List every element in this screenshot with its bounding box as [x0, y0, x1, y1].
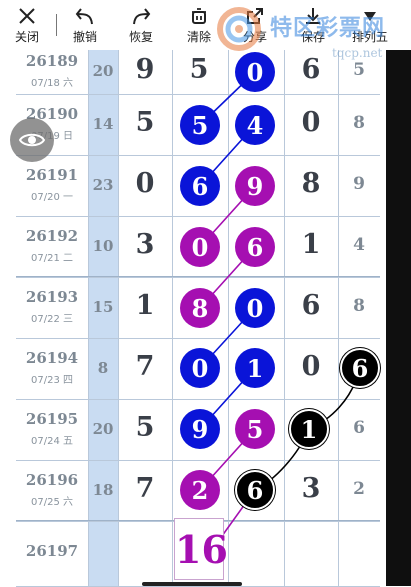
digit-cell: 3: [135, 228, 155, 260]
undo-icon: [60, 6, 110, 26]
guess-value[interactable]: 16: [174, 518, 228, 580]
digit-cell: 8: [301, 167, 321, 199]
purple-number-ball[interactable]: 8: [180, 288, 220, 328]
last-digit-cell: 8: [353, 112, 365, 133]
last-digit-cell: 9: [353, 173, 365, 194]
blue-number-ball[interactable]: 0: [180, 348, 220, 388]
black-number-ball[interactable]: 6: [340, 348, 380, 388]
site-watermark: 特区彩票网 tqcp.net: [208, 4, 408, 60]
undo-button[interactable]: 撤销: [60, 0, 110, 50]
digit-cell: 5: [135, 411, 155, 443]
blue-number-ball[interactable]: 9: [180, 409, 220, 449]
toggle-visibility-button[interactable]: [10, 118, 54, 162]
digit-cell: 6: [301, 289, 321, 321]
period-number: 26189: [25, 52, 79, 70]
period-number: 26191: [25, 165, 79, 184]
purple-number-ball[interactable]: 5: [235, 409, 275, 449]
last-digit-cell: 4: [353, 234, 365, 255]
digit-cell: 0: [301, 350, 321, 382]
redo-label: 恢复: [128, 30, 153, 44]
digit-cell: 0: [135, 167, 155, 199]
sum-value: 18: [92, 480, 114, 499]
black-number-ball[interactable]: 6: [235, 470, 275, 510]
home-indicator: [142, 582, 242, 586]
purple-number-ball[interactable]: 9: [235, 166, 275, 206]
period-date: 07/24 五: [31, 435, 73, 447]
sum-value: 23: [92, 175, 114, 194]
digit-cell: 1: [135, 289, 155, 321]
period-number: 26196: [25, 470, 79, 489]
blue-number-ball[interactable]: 6: [180, 166, 220, 206]
blue-number-ball[interactable]: 0: [235, 288, 275, 328]
period-date: 07/23 四: [31, 374, 73, 386]
blue-number-ball[interactable]: 1: [235, 348, 275, 388]
period-number: 26195: [25, 409, 79, 428]
digit-cell: 7: [135, 472, 155, 504]
redo-button[interactable]: 恢复: [116, 0, 166, 50]
close-icon: [2, 6, 52, 26]
redo-icon: [116, 6, 166, 26]
last-digit-cell: 6: [353, 417, 365, 438]
last-digit-cell: 5: [353, 60, 365, 80]
close-button[interactable]: 关闭: [2, 0, 52, 50]
blue-number-ball[interactable]: 4: [235, 105, 275, 145]
period-date: 07/20 一: [31, 191, 73, 203]
digit-cell: 5: [135, 106, 155, 138]
next-period-number: 26197: [25, 541, 79, 560]
purple-number-ball[interactable]: 2: [180, 470, 220, 510]
purple-number-ball[interactable]: 0: [180, 227, 220, 267]
digit-cell: 3: [301, 472, 321, 504]
purple-number-ball[interactable]: 6: [235, 227, 275, 267]
period-date: 07/22 三: [31, 313, 73, 325]
period-date: 07/18 六: [31, 78, 73, 89]
period-number: 26192: [25, 226, 79, 245]
sum-value: 14: [92, 114, 114, 133]
right-edge-panel: [386, 50, 411, 586]
period-number: 26194: [25, 348, 79, 367]
watermark-text: 特区彩票网: [270, 16, 386, 41]
watermark-url: tqcp.net: [332, 46, 383, 60]
period-number: 26193: [25, 287, 79, 306]
close-label: 关闭: [14, 30, 39, 44]
digit-cell: 1: [301, 228, 321, 260]
sum-value: 20: [92, 419, 114, 438]
eye-icon: [19, 133, 45, 147]
sum-value: 8: [97, 358, 109, 377]
last-digit-cell: 2: [353, 478, 365, 499]
digit-cell: 7: [135, 350, 155, 382]
undo-label: 撤销: [72, 30, 97, 44]
period-date: 07/21 二: [31, 252, 73, 264]
sum-value: 20: [92, 62, 114, 80]
period-date: 07/25 六: [31, 496, 73, 508]
black-number-ball[interactable]: 1: [289, 409, 329, 449]
digit-cell: 0: [301, 106, 321, 138]
digit-cell: 9: [135, 54, 155, 85]
sum-value: 15: [92, 297, 114, 316]
last-digit-cell: 8: [353, 295, 365, 316]
site-logo: [217, 7, 261, 51]
blue-number-ball[interactable]: 5: [180, 105, 220, 145]
sum-value: 10: [92, 236, 114, 255]
